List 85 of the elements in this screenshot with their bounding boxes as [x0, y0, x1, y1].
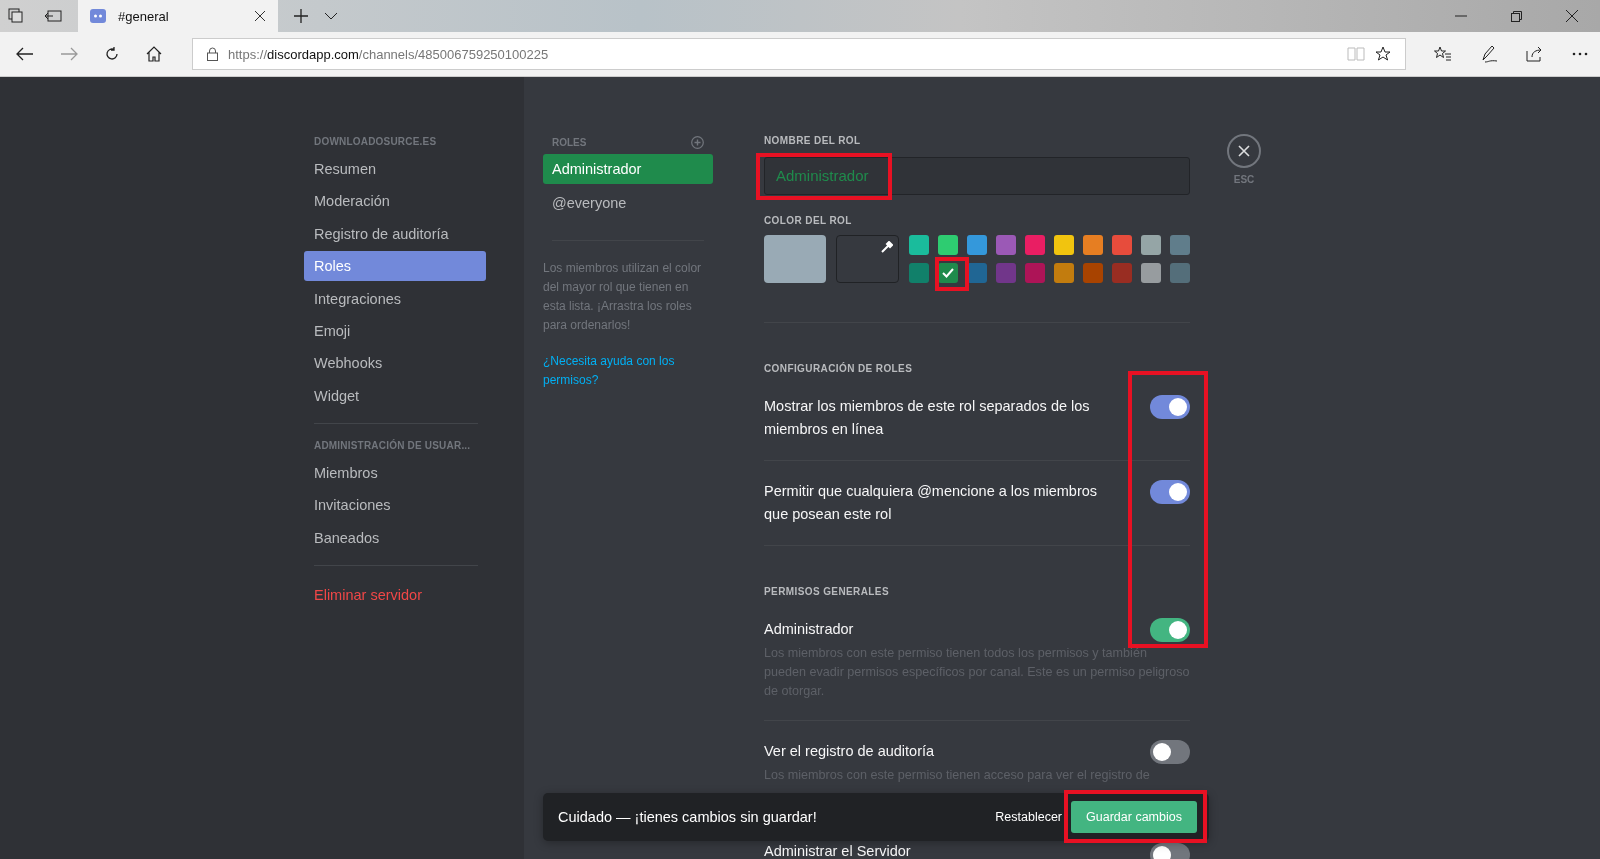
address-field[interactable]: https://discordapp.com/channels/485006759250100225 — [192, 38, 1406, 70]
color-swatch[interactable] — [1112, 235, 1132, 255]
section-header: CONFIGURACIÓN DE ROLES — [764, 363, 914, 376]
sidebar-header: ADMINISTRACIÓN DE USUAR... — [313, 438, 472, 453]
option-label: Ver el registro de auditoría — [764, 742, 936, 761]
add-circle-icon[interactable] — [691, 135, 704, 149]
close-button[interactable] — [1227, 134, 1261, 168]
back-arrow-icon[interactable] — [16, 47, 34, 61]
color-swatch[interactable] — [1141, 263, 1161, 283]
close-window-icon[interactable] — [1566, 10, 1578, 22]
refresh-icon[interactable] — [104, 46, 120, 62]
home-icon[interactable] — [146, 46, 162, 62]
sidebar-item[interactable]: Baneados — [304, 522, 486, 553]
close-icon — [1238, 145, 1250, 157]
option-label: Administrar el Servidor — [764, 843, 912, 859]
forward-arrow-icon[interactable] — [60, 47, 78, 61]
sidebar-item[interactable]: Resumen — [304, 154, 486, 184]
chat-logo-icon — [90, 9, 106, 23]
chevron-down-icon[interactable] — [324, 12, 338, 20]
section-header: PERMISOS GENERALES — [764, 586, 890, 599]
sidebar-item[interactable]: Registro de auditoría — [304, 218, 486, 249]
new-tab-icon[interactable] — [294, 9, 308, 23]
color-swatch[interactable] — [938, 263, 958, 283]
color-swatch[interactable] — [1025, 235, 1045, 255]
toggle-switch[interactable] — [1150, 395, 1190, 419]
sidebar-item[interactable]: Integraciones — [304, 283, 486, 314]
roles-header: ROLES — [552, 136, 587, 148]
role-item[interactable]: Administrador — [543, 154, 713, 184]
sidebar-item[interactable]: Widget — [304, 380, 486, 411]
set-aside-tabs-icon[interactable] — [44, 9, 62, 23]
color-swatch[interactable] — [1083, 263, 1103, 283]
field-label: NOMBRE DEL ROL — [764, 135, 862, 148]
option-label: Mostrar los miembros de este rol separados de los miembros en línea — [764, 397, 1091, 439]
tabs-icon[interactable] — [8, 8, 24, 24]
custom-color-picker[interactable] — [836, 235, 899, 283]
color-swatch[interactable] — [909, 263, 929, 283]
close-tab-icon[interactable] — [254, 10, 266, 22]
color-swatch[interactable] — [967, 235, 987, 255]
color-swatch[interactable] — [996, 235, 1016, 255]
url-text: https://discordapp.com/channels/485006759250100225 — [228, 46, 549, 62]
color-swatch[interactable] — [909, 235, 929, 255]
reading-view-icon[interactable] — [1347, 47, 1365, 61]
roles-hint: Los miembros utilizan el color del mayor rol que tienen en esta lista. ¡Arrastra los roles para ordenarlos! — [543, 260, 703, 334]
lock-icon — [207, 47, 218, 61]
more-icon[interactable] — [1572, 52, 1588, 56]
restore-icon[interactable] — [1511, 10, 1522, 22]
color-swatch[interactable] — [1054, 263, 1074, 283]
color-swatch[interactable] — [996, 263, 1016, 283]
color-swatch[interactable] — [1025, 263, 1045, 283]
checkmark-icon — [942, 268, 954, 278]
role-item[interactable]: @everyone — [543, 188, 713, 218]
sidebar-item[interactable]: Miembros — [304, 457, 486, 488]
color-swatch[interactable] — [1112, 263, 1132, 283]
toggle-switch[interactable] — [1150, 618, 1190, 642]
sidebar-item[interactable]: Moderación — [304, 186, 486, 217]
default-color-swatch[interactable] — [764, 235, 827, 283]
sidebar-header: DOWNLOADOSURCE.ES — [313, 135, 438, 149]
sidebar-item[interactable]: Invitaciones — [304, 490, 486, 521]
reset-button[interactable]: Restablecer — [995, 810, 1062, 824]
toggle-switch[interactable] — [1150, 480, 1190, 504]
field-label: COLOR DEL ROL — [764, 215, 853, 228]
sidebar-item[interactable]: Emoji — [304, 315, 486, 346]
tab-title: #general — [118, 8, 170, 24]
browser-tab[interactable]: #general — [78, 0, 278, 32]
color-swatch[interactable] — [1170, 263, 1190, 283]
share-icon[interactable] — [1526, 46, 1544, 62]
star-icon[interactable] — [1375, 46, 1391, 62]
color-swatch[interactable] — [967, 263, 987, 283]
delete-server-item[interactable]: Eliminar servidor — [304, 579, 486, 610]
highlight-frame — [935, 257, 969, 291]
pen-icon[interactable] — [1480, 45, 1498, 63]
color-swatch[interactable] — [1141, 235, 1161, 255]
notice-message: Cuidado — ¡tienes cambios sin guardar! — [558, 809, 817, 825]
color-swatch[interactable] — [1083, 235, 1103, 255]
eyedropper-icon — [881, 241, 893, 253]
help-link[interactable]: ¿Necesita ayuda con los permisos? — [543, 352, 713, 390]
option-label: Permitir que cualquiera @mencione a los miembros que posean este rol — [764, 482, 1099, 524]
sidebar-item[interactable]: Webhooks — [304, 348, 486, 379]
color-swatch[interactable] — [1170, 235, 1190, 255]
color-swatch[interactable] — [938, 235, 958, 255]
color-swatch[interactable] — [1054, 235, 1074, 255]
option-label: Administrador — [764, 620, 855, 639]
toggle-switch[interactable] — [1150, 740, 1190, 764]
favorites-list-icon[interactable] — [1434, 46, 1452, 62]
esc-label: ESC — [1233, 174, 1255, 185]
